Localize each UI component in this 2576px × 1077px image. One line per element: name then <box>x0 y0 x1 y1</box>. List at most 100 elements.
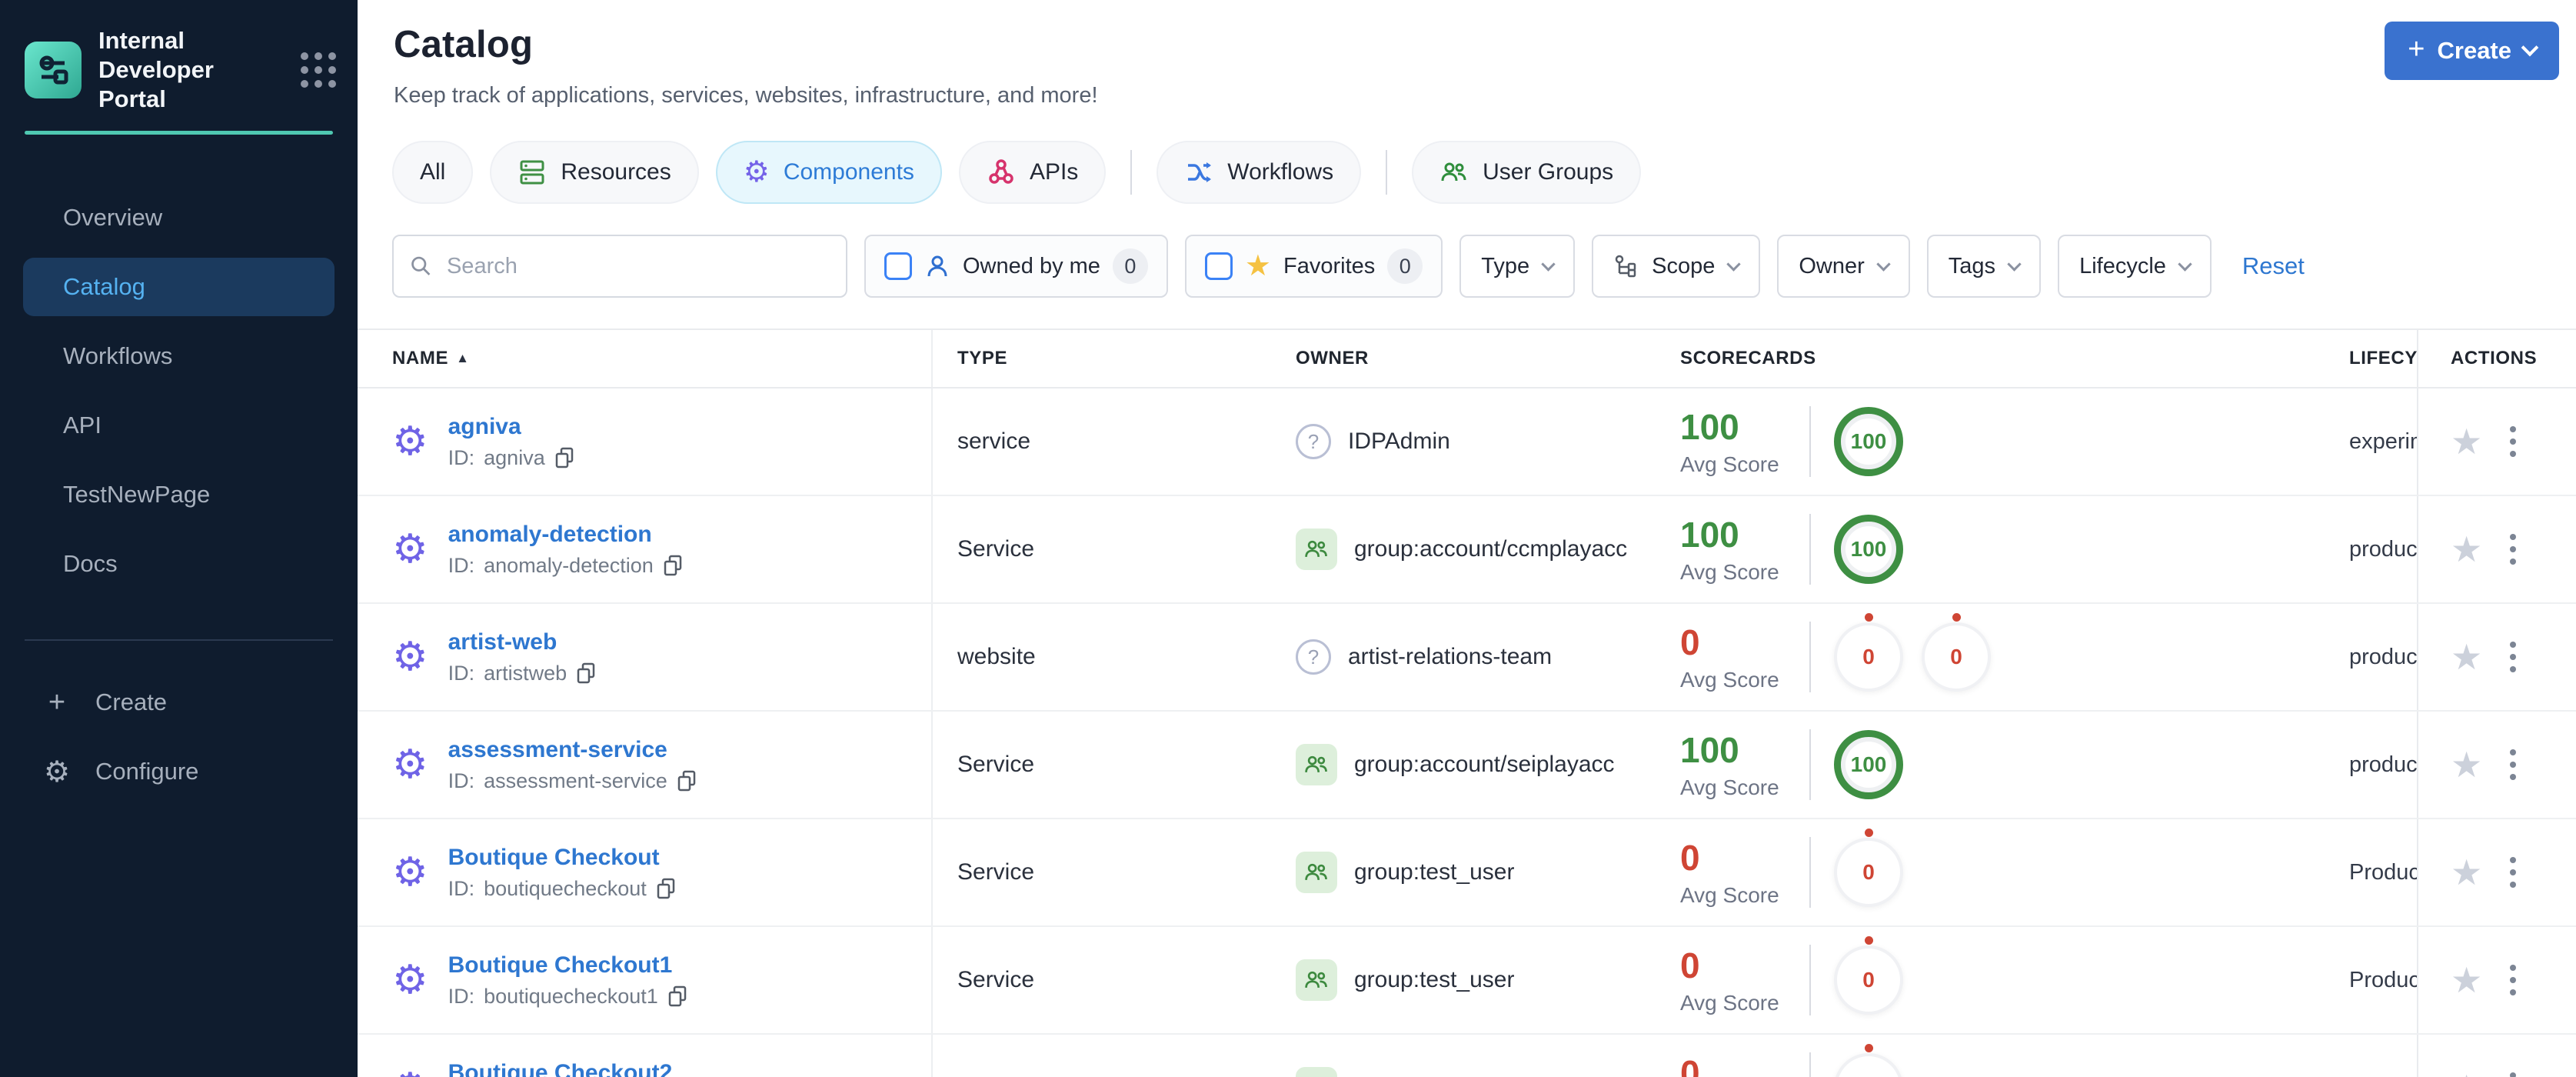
avg-score-value: 100 <box>1680 730 1739 770</box>
entity-id: ID: boutiquecheckout <box>448 877 676 901</box>
entity-name-link[interactable]: agniva <box>448 414 574 440</box>
entity-id: ID: agniva <box>448 446 574 470</box>
row-menu-icon[interactable] <box>2505 745 2521 785</box>
sidebar-item-catalog[interactable]: Catalog <box>23 258 334 316</box>
avg-score-label: Avg Score <box>1680 991 1779 1015</box>
entity-type: Service <box>957 859 1035 885</box>
chevron-down-icon <box>1876 256 1891 272</box>
entity-name-link[interactable]: artist-web <box>448 629 597 655</box>
row-menu-icon[interactable] <box>2505 852 2521 892</box>
favorites-filter[interactable]: ★ Favorites 0 <box>1184 235 1443 298</box>
sidebar-item-testnewpage[interactable]: TestNewPage <box>23 465 334 524</box>
column-header-scorecards[interactable]: SCORECARDS <box>1676 348 2345 369</box>
favorite-star-icon[interactable]: ★ <box>2451 424 2482 459</box>
group-owner-icon <box>1296 852 1337 893</box>
scorecard-ring[interactable]: 100 <box>1834 730 1903 799</box>
favorites-checkbox[interactable] <box>1204 252 1233 280</box>
scorecard-ring[interactable]: 0 <box>1834 613 1903 692</box>
copy-icon[interactable] <box>576 662 596 684</box>
lifecycle-filter-label: Lifecycle <box>2079 253 2166 278</box>
tags-filter-dropdown[interactable]: Tags <box>1926 235 2042 298</box>
type-filter-label: Type <box>1481 253 1530 278</box>
scorecard-divider <box>1809 406 1811 477</box>
entity-type: website <box>957 644 1036 669</box>
component-gear-icon: ⚙ <box>392 419 428 464</box>
scorecard-ring[interactable]: 100 <box>1834 407 1903 476</box>
entity-name-link[interactable]: Boutique Checkout2 <box>448 1060 687 1077</box>
copy-icon[interactable] <box>667 985 687 1007</box>
tab-components[interactable]: ⚙ Components <box>715 141 942 204</box>
column-header-type[interactable]: TYPE <box>933 348 1296 369</box>
type-filter-dropdown[interactable]: Type <box>1459 235 1576 298</box>
scorecard-ring[interactable]: 100 <box>1834 515 1903 584</box>
plus-icon: + <box>48 685 66 719</box>
entity-name-link[interactable]: anomaly-detection <box>448 522 683 548</box>
table-header-row: NAME ▲ TYPE OWNER SCORECARDS LIFECYCLE A… <box>358 328 2576 388</box>
tab-apis[interactable]: APIs <box>958 141 1107 204</box>
tab-user-groups[interactable]: User Groups <box>1412 141 1642 204</box>
tab-all[interactable]: All <box>392 141 474 204</box>
apps-grid-icon[interactable] <box>301 52 336 88</box>
column-header-name[interactable]: NAME ▲ <box>358 330 933 387</box>
chevron-down-icon <box>1541 256 1556 272</box>
entity-name-link[interactable]: assessment-service <box>448 737 697 763</box>
copy-icon[interactable] <box>554 447 574 468</box>
scorecard-ring[interactable]: 0 <box>1922 613 1991 692</box>
portal-logo-icon <box>25 42 82 98</box>
favorite-star-icon[interactable]: ★ <box>2451 855 2482 890</box>
tab-resources[interactable]: Resources <box>490 141 699 204</box>
owned-by-me-count: 0 <box>1112 248 1148 284</box>
apis-icon <box>989 159 1013 184</box>
copy-icon[interactable] <box>663 555 683 576</box>
copy-icon[interactable] <box>656 878 676 899</box>
sidebar-configure-label: Configure <box>95 758 199 785</box>
scope-filter-dropdown[interactable]: Scope <box>1592 235 1761 298</box>
table-row: ⚙ Boutique Checkout1 ID: boutiquecheckou… <box>358 927 2576 1035</box>
sidebar-item-api[interactable]: API <box>23 396 334 455</box>
favorite-star-icon[interactable]: ★ <box>2451 962 2482 998</box>
row-menu-icon[interactable] <box>2505 960 2521 1000</box>
scorecard-ring[interactable]: 0 <box>1834 936 1903 1015</box>
column-header-lifecycle[interactable]: LIFECYCLE <box>2345 348 2417 369</box>
catalog-table: NAME ▲ TYPE OWNER SCORECARDS LIFECYCLE A… <box>358 328 2576 1077</box>
sidebar-item-overview[interactable]: Overview <box>23 188 334 247</box>
column-header-owner[interactable]: OWNER <box>1296 348 1676 369</box>
scorecard-ring[interactable]: 0 <box>1834 829 1903 907</box>
favorite-star-icon[interactable]: ★ <box>2451 747 2482 782</box>
search-input[interactable] <box>446 253 830 279</box>
owned-by-me-filter[interactable]: Owned by me 0 <box>864 235 1168 298</box>
sidebar-divider <box>25 639 333 641</box>
owned-by-me-checkbox[interactable] <box>884 252 912 280</box>
entity-lifecycle: Production <box>2349 859 2417 885</box>
component-gear-icon: ⚙ <box>392 850 428 895</box>
lifecycle-filter-dropdown[interactable]: Lifecycle <box>2058 235 2212 298</box>
row-menu-icon[interactable] <box>2505 529 2521 569</box>
sidebar-create-button[interactable]: + Create <box>23 672 334 733</box>
sidebar-configure-button[interactable]: ⚙ Configure <box>23 741 334 802</box>
avg-score-value: 0 <box>1680 945 1700 985</box>
owner-filter-dropdown[interactable]: Owner <box>1777 235 1910 298</box>
sidebar-item-docs[interactable]: Docs <box>23 535 334 593</box>
scorecard-divider <box>1809 1052 1811 1077</box>
component-gear-icon: ⚙ <box>392 635 428 679</box>
search-icon <box>411 256 431 275</box>
row-menu-icon[interactable] <box>2505 637 2521 677</box>
entity-name-link[interactable]: Boutique Checkout1 <box>448 952 687 979</box>
row-menu-icon[interactable] <box>2505 1068 2521 1077</box>
entity-name-link[interactable]: Boutique Checkout <box>448 845 676 871</box>
scorecard-ring[interactable]: 0 <box>1834 1044 1903 1077</box>
reset-filters-link[interactable]: Reset <box>2242 252 2305 280</box>
gear-icon: ⚙ <box>43 755 71 789</box>
sidebar-item-workflows[interactable]: Workflows <box>23 327 334 385</box>
favorites-count: 0 <box>1387 248 1423 284</box>
favorite-star-icon[interactable]: ★ <box>2451 1070 2482 1077</box>
row-menu-icon[interactable] <box>2505 422 2521 462</box>
copy-icon[interactable] <box>677 770 697 792</box>
create-button[interactable]: + Create <box>2385 22 2559 80</box>
scorecard-divider <box>1809 622 1811 692</box>
favorite-star-icon[interactable]: ★ <box>2451 532 2482 567</box>
tab-workflows[interactable]: Workflows <box>1157 141 1362 204</box>
favorite-star-icon[interactable]: ★ <box>2451 639 2482 675</box>
entity-id: ID: assessment-service <box>448 769 697 793</box>
entity-owner: IDPAdmin <box>1348 428 1450 454</box>
